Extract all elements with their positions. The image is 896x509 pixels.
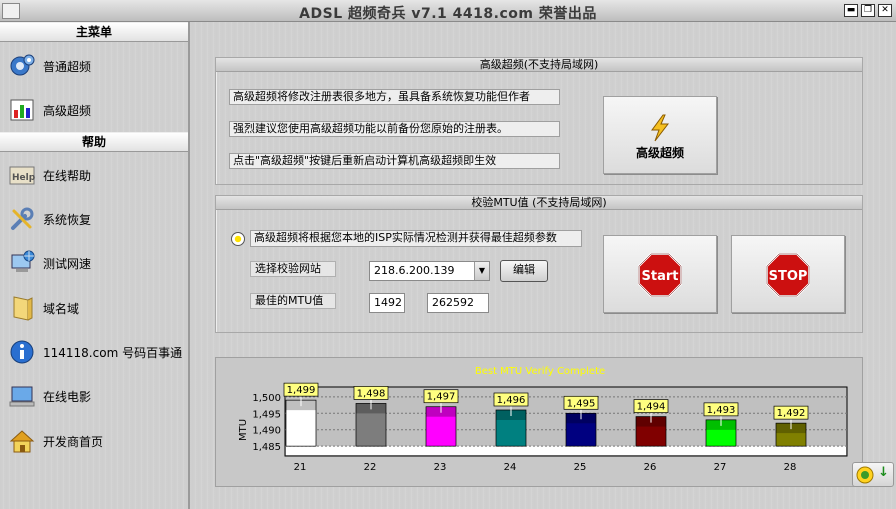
info-icon xyxy=(10,340,34,364)
sidebar-item-label: 在线帮助 xyxy=(43,168,92,183)
stop-button[interactable]: STOP xyxy=(731,235,845,313)
x-tick-label: 24 xyxy=(504,462,517,473)
start-stop-sign-icon: Start xyxy=(638,253,682,297)
edit-button[interactable]: 编辑 xyxy=(500,260,548,282)
download-arrow-icon[interactable]: ↓ xyxy=(878,465,889,480)
site-select[interactable]: 218.6.200.139 ▼ xyxy=(369,261,490,281)
sidebar-item-advanced-overclock[interactable]: 高级超频 xyxy=(0,88,188,132)
sidebar-item-number-service[interactable]: 114118.com 号码百事通 xyxy=(0,330,188,374)
plot-floor xyxy=(286,446,846,455)
close-button[interactable]: ✕ xyxy=(878,4,892,17)
lightning-icon xyxy=(651,114,670,142)
mtu-panel-header: 校验MTU值 (不支持局域网) xyxy=(216,196,862,210)
minimize-button[interactable]: ▬ xyxy=(844,4,858,17)
advanced-panel-header: 高级超频(不支持局域网) xyxy=(216,58,862,72)
title-bar: ADSL 超频奇兵 v7.1 4418.com 荣誉出品 ▬ ❐ ✕ xyxy=(0,0,896,22)
site-label: 选择校验网站 xyxy=(250,261,336,277)
wrench-icon xyxy=(11,207,34,230)
sidebar-item-label: 在线电影 xyxy=(43,389,92,404)
data-label: 1,495 xyxy=(567,398,596,409)
sidebar-item-online-movie[interactable]: 在线电影 xyxy=(0,374,188,418)
advanced-overclock-button-label: 高级超频 xyxy=(635,146,684,160)
sidebar-item-speed-test[interactable]: 测试网速 xyxy=(0,241,188,285)
help-book-icon: Help xyxy=(9,166,36,185)
sidebar-item-label: 域名域 xyxy=(43,301,80,316)
mtu-chart-panel: Best MTU Verify Complete 1,500 1,495 1,490 1… xyxy=(215,357,863,487)
best-mtu-field[interactable]: 1492 xyxy=(369,293,405,313)
sidebar-item-system-restore[interactable]: 系统恢复 xyxy=(0,197,188,241)
y-tick-label: 1,500 xyxy=(252,393,281,404)
x-tick-label: 27 xyxy=(714,462,727,473)
sidebar-item-label: 测试网速 xyxy=(43,256,92,271)
x-tick-label: 23 xyxy=(434,462,447,473)
y-tick-label: 1,490 xyxy=(252,426,281,437)
start-button[interactable]: Start xyxy=(603,235,717,313)
main-menu-header: 主菜单 xyxy=(0,22,188,42)
help-header: 帮助 xyxy=(0,132,188,152)
x-tick-label: 25 xyxy=(574,462,587,473)
advanced-info-line-2: 强烈建议您使用高级超频功能以前备份您原始的注册表。 xyxy=(229,121,560,137)
gear-icon xyxy=(10,54,35,76)
refresh-icon xyxy=(856,466,874,484)
y-tick-label: 1,495 xyxy=(252,409,281,420)
data-label: 1,497 xyxy=(427,392,456,403)
chart-icon xyxy=(10,99,34,121)
sidebar-item-label: 开发商首页 xyxy=(43,434,104,449)
computer-movie-icon xyxy=(9,386,35,407)
window-title: ADSL 超频奇兵 v7.1 4418.com 荣誉出品 xyxy=(299,6,597,22)
sidebar-item-label: 普通超频 xyxy=(43,59,92,74)
x-tick-label: 26 xyxy=(644,462,657,473)
sidebar-item-label: 114118.com 号码百事通 xyxy=(43,345,183,360)
sidebar-item-online-help[interactable]: Help 在线帮助 xyxy=(0,153,188,197)
sidebar: 主菜单 普通超频 高级超频 帮助 Help 在线帮助 系统恢复 测试网速 域名域… xyxy=(0,22,190,509)
data-label: 1,496 xyxy=(497,395,526,406)
chevron-down-icon[interactable]: ▼ xyxy=(474,262,489,280)
sidebar-item-developer-home[interactable]: 开发商首页 xyxy=(0,419,188,463)
data-label: 1,499 xyxy=(287,385,316,396)
restore-button[interactable]: ❐ xyxy=(861,4,875,17)
mtu-bar-chart: Best MTU Verify Complete 1,500 1,495 1,490 1… xyxy=(238,366,848,473)
svg-text:Help: Help xyxy=(12,173,36,183)
sidebar-item-domain[interactable]: 域名域 xyxy=(0,286,188,330)
data-label: 1,493 xyxy=(707,405,736,416)
sidebar-item-normal-overclock[interactable]: 普通超频 xyxy=(0,44,188,88)
data-label: 1,494 xyxy=(637,402,666,413)
y-tick-label: 1,485 xyxy=(252,442,281,453)
best-mtu-extra-field[interactable]: 262592 xyxy=(427,293,489,313)
data-label: 1,492 xyxy=(777,408,806,419)
y-axis-label: MTU xyxy=(238,419,249,441)
advanced-info-line-1: 高级超频将修改注册表很多地方，虽具备系统恢复功能但作者 xyxy=(229,89,560,105)
data-label: 1,498 xyxy=(357,388,386,399)
sidebar-item-label: 系统恢复 xyxy=(43,212,92,227)
auto-detect-radio[interactable] xyxy=(231,232,245,246)
x-tick-label: 21 xyxy=(294,462,307,473)
stop-sign-icon: STOP xyxy=(766,253,810,297)
best-mtu-label: 最佳的MTU值 xyxy=(250,293,336,309)
x-tick-label: 22 xyxy=(364,462,377,473)
x-tick-label: 28 xyxy=(784,462,797,473)
advanced-overclock-button[interactable]: 高级超频 xyxy=(603,96,717,174)
book-icon xyxy=(13,296,33,321)
home-icon xyxy=(9,430,35,453)
network-computer-icon xyxy=(11,250,35,272)
site-select-value: 218.6.200.139 xyxy=(374,264,455,277)
chart-title: Best MTU Verify Complete xyxy=(475,366,605,377)
tray-widget[interactable]: ↓ xyxy=(852,462,894,487)
stop-label: STOP xyxy=(769,269,808,284)
sidebar-item-label: 高级超频 xyxy=(43,103,92,118)
advanced-info-line-3: 点击"高级超频"按键后重新启动计算机高级超频即生效 xyxy=(229,153,560,169)
auto-detect-label: 高级超频将根据您本地的ISP实际情况检测并获得最佳超频参数 xyxy=(250,230,582,247)
start-label: Start xyxy=(642,269,679,284)
